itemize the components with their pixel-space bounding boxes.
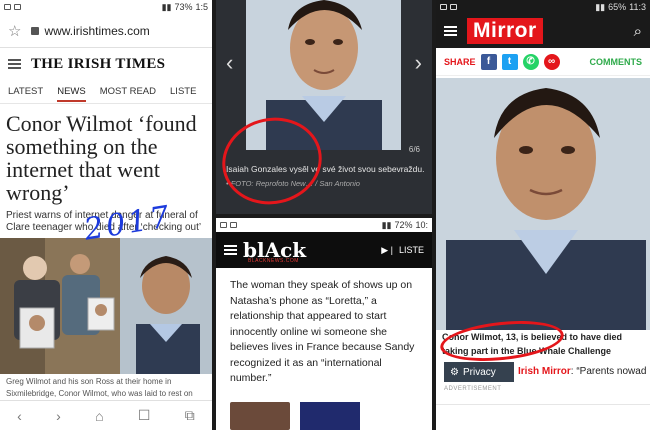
home-icon[interactable]: ⌂ [95,408,103,424]
site-header: THE IRISH TIMES [0,48,212,80]
boy-portrait [246,0,401,150]
related-thumbnail[interactable] [230,402,290,430]
play-icon[interactable]: ▶ | [381,245,393,256]
status-bar: ▮▮ 73% 1:5 [0,0,212,14]
related-thumbnail[interactable] [300,402,360,430]
bookmarks-icon[interactable]: ☐ [138,407,151,424]
advert-label: ADVERTISEMENT [444,386,502,392]
twitter-icon[interactable]: t [501,53,518,70]
gallery-photo [246,0,401,150]
signal-icon: ▮▮ [161,1,172,12]
article-body: The woman they speak of shows up on Nata… [230,279,415,384]
gallery-counter: 6/6 [408,145,420,154]
family-photo [0,238,212,374]
black-news-screenshot: ▮▮ 72% 10: blAck BLACKNEWS.COM ▶ | LISTE Th… [216,218,432,430]
whatsapp-icon[interactable]: ✆ [522,53,539,70]
photo-gallery-screenshot: ‹ › 6/6 Isaiah Gonzales vysêl ve své živ… [216,0,432,214]
share-bar: SHARE f t ✆ ∞ COMMENTS [436,48,650,76]
section-tabs: LATEST NEWS MOST READ LISTE [0,80,212,104]
related-brand: Irish Mirror [518,366,571,377]
site-header: Mirror ⌕ [436,14,650,48]
battery-level: 73% [174,2,193,12]
tab-most-read[interactable]: MOST READ [100,86,156,97]
next-arrow-icon[interactable]: › [415,50,422,76]
tabs-icon[interactable]: ⧉ [185,407,195,424]
boy-portrait [436,78,650,330]
browser-bottom-nav: ‹ › ⌂ ☐ ⧉ [0,400,212,430]
listen-label: LISTE [398,245,424,255]
tab-latest[interactable]: LATEST [8,86,43,97]
notification-icon [440,4,447,10]
facebook-icon[interactable]: f [480,53,497,70]
news-collage: ▮▮ 73% 1:5 ☆ www.irishtimes.com THE IRISH … [0,0,650,430]
tab-news[interactable]: NEWS [57,86,86,102]
related-thumbnails [230,402,430,430]
photo-caption: Conor Wilmot, 13, is believed to have di… [442,332,622,356]
prev-arrow-icon[interactable]: ‹ [226,50,233,76]
bottom-nav [436,404,650,430]
gear-icon: ⚙ [450,366,459,378]
notification-icon [14,4,21,10]
mirror-logo[interactable]: Mirror [467,18,543,44]
forward-icon[interactable]: › [56,408,61,424]
notification-icon [220,222,227,228]
irish-times-screenshot: ▮▮ 73% 1:5 ☆ www.irishtimes.com THE IRISH … [0,0,212,430]
battery-level: 72% [394,220,413,230]
family-photo-illustration [0,238,212,374]
status-bar: ▮▮ 72% 10: [216,218,432,232]
tab-listen[interactable]: LISTE [170,86,196,97]
clock: 10: [415,220,428,230]
related-link[interactable]: Irish Mirror: “Parents nowad [518,366,646,377]
search-icon[interactable]: ⌕ [634,23,642,40]
site-logo-subtitle: BLACKNEWS.COM [248,258,299,264]
listen-control[interactable]: ▶ | LISTE [381,245,424,256]
privacy-button[interactable]: ⚙ Privacy [444,362,514,382]
lock-icon [31,26,40,35]
related-text: : “Parents nowad [570,366,647,377]
browser-url-bar[interactable]: ☆ www.irishtimes.com [0,14,212,48]
status-bar: ▮▮ 65% 11:3 [436,0,650,14]
notification-icon [4,4,11,10]
notification-icon [450,4,457,10]
menu-icon[interactable] [8,59,21,69]
gallery-caption: Isaiah Gonzales vysêl ve své život svou … [226,164,425,174]
mirror-screenshot: ▮▮ 65% 11:3 Mirror ⌕ SHARE f t ✆ ∞ COMMENT… [436,0,650,430]
menu-icon[interactable] [224,245,237,255]
share-label: SHARE [444,56,476,67]
article-headline: Conor Wilmot ‘found something on the int… [6,111,197,205]
url-field[interactable]: www.irishtimes.com [31,23,150,38]
bookmark-star-icon[interactable]: ☆ [8,22,21,40]
site-logo[interactable]: blAck [243,240,306,260]
signal-icon: ▮▮ [381,219,392,230]
gallery-credit: • FOTO: Reprofoto New… / San Antonio [226,179,360,188]
notification-icon [230,222,237,228]
signal-icon: ▮▮ [595,1,606,12]
clock: 11:3 [629,2,646,12]
masthead-logo[interactable]: THE IRISH TIMES [31,56,165,73]
back-icon[interactable]: ‹ [17,408,22,424]
url-text: www.irishtimes.com [44,23,150,38]
site-header: blAck BLACKNEWS.COM ▶ | LISTE [216,232,432,268]
privacy-label: Privacy [462,366,496,378]
menu-icon[interactable] [444,26,457,36]
comments-link[interactable]: COMMENTS [590,57,643,67]
clock: 1:5 [195,2,208,12]
article-hero-photo [436,78,650,330]
link-icon[interactable]: ∞ [543,53,560,70]
battery-level: 65% [608,2,627,12]
